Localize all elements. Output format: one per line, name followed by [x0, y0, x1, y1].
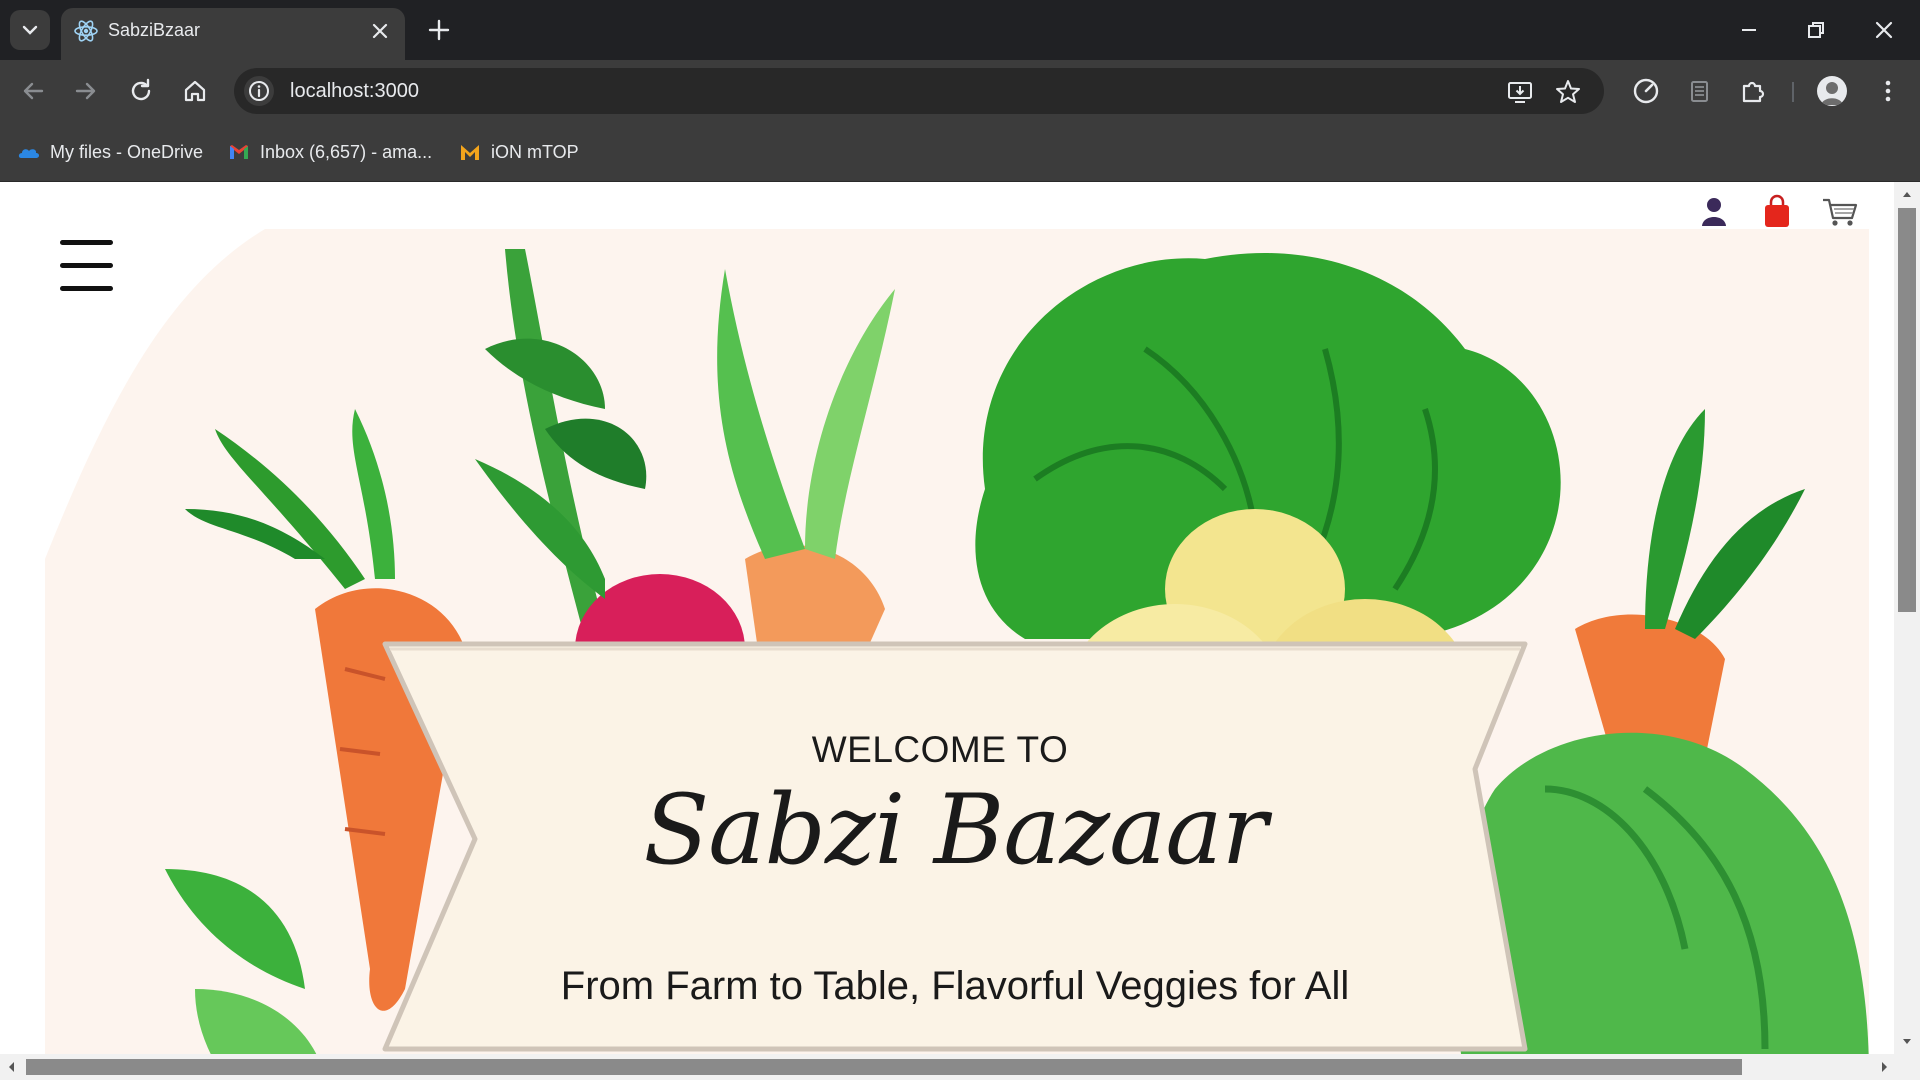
install-app-icon[interactable] — [1506, 78, 1534, 106]
scroll-up-arrow-icon[interactable] — [1894, 184, 1920, 204]
scroll-down-arrow-icon[interactable] — [1894, 1032, 1920, 1052]
new-tab-icon[interactable] — [425, 16, 453, 44]
bookmark-gmail-inbox[interactable]: Inbox (6,657) - ama... — [227, 138, 432, 166]
extensions-puzzle-icon[interactable] — [1737, 75, 1769, 107]
bookmark-star-icon[interactable] — [1554, 78, 1582, 106]
shopping-bag-icon[interactable] — [1758, 194, 1796, 230]
site-info-button[interactable] — [244, 76, 274, 106]
bookmark-ion-mtop[interactable]: iON mTOP — [458, 138, 579, 166]
close-window-icon[interactable] — [1868, 14, 1900, 46]
scroll-left-arrow-icon[interactable] — [2, 1054, 22, 1080]
performance-gauge-icon[interactable] — [1630, 75, 1662, 107]
menu-line — [60, 263, 113, 268]
vertical-scroll-thumb[interactable] — [1898, 208, 1916, 612]
vertical-scrollbar[interactable] — [1894, 182, 1920, 1054]
hero-tagline: From Farm to Table, Flavorful Veggies fo… — [560, 964, 1350, 1008]
onedrive-cloud-icon — [18, 149, 39, 158]
hero-welcome-text: WELCOME TO — [811, 729, 1069, 770]
ion-mtop-icon — [461, 145, 479, 160]
tab-search-button[interactable] — [10, 10, 50, 50]
hero-banner: WELCOME TO Sabzi Bazaar From Farm to Tab… — [45, 229, 1869, 1079]
close-tab-icon[interactable] — [369, 20, 391, 42]
bookmark-label: Inbox (6,657) - ama... — [260, 141, 433, 162]
gmail-icon — [230, 145, 248, 159]
bookmarks-bar: My files - OneDrive Inbox (6,657) - ama.… — [0, 122, 1920, 182]
hero-brand-title: Sabzi Bazaar — [643, 774, 1268, 886]
toolbar-divider — [1792, 82, 1794, 102]
menu-line — [60, 240, 113, 245]
bookmark-label: My files - OneDrive — [50, 141, 204, 162]
menu-line — [60, 286, 113, 291]
tab-title: SabziBzaar — [108, 20, 201, 40]
horizontal-scrollbar[interactable] — [0, 1054, 1920, 1080]
scroll-right-arrow-icon[interactable] — [1874, 1054, 1894, 1080]
chevron-down-icon — [22, 25, 38, 35]
reading-list-icon[interactable] — [1683, 75, 1715, 107]
restore-icon[interactable] — [1800, 14, 1832, 46]
info-icon — [249, 81, 269, 101]
bookmark-label: iON mTOP — [491, 141, 579, 162]
home-icon[interactable] — [179, 75, 211, 107]
profile-icon — [1821, 82, 1843, 105]
user-icon[interactable] — [1696, 194, 1732, 230]
horizontal-scroll-thumb[interactable] — [26, 1059, 1742, 1075]
reload-icon[interactable] — [125, 75, 157, 107]
address-bar[interactable]: localhost:3000 — [234, 68, 1604, 114]
page-viewport: WELCOME TO Sabzi Bazaar From Farm to Tab… — [0, 182, 1920, 1080]
react-atom-icon — [74, 20, 98, 42]
tab-strip: SabziBzaar — [0, 0, 1920, 60]
cart-icon[interactable] — [1820, 194, 1860, 230]
profile-avatar[interactable] — [1817, 76, 1847, 106]
back-arrow-icon[interactable] — [17, 75, 49, 107]
vegetable-illustration — [45, 229, 1869, 1079]
forward-arrow-icon[interactable] — [70, 75, 102, 107]
hamburger-menu-button[interactable] — [60, 240, 113, 292]
url-text: localhost:3000 — [290, 80, 419, 102]
browser-toolbar: localhost:3000 — [0, 60, 1920, 122]
browser-tab[interactable]: SabziBzaar — [61, 8, 405, 60]
minimize-icon[interactable] — [1733, 14, 1765, 46]
bookmark-onedrive[interactable]: My files - OneDrive — [17, 138, 203, 166]
more-menu-icon[interactable] — [1872, 75, 1904, 107]
